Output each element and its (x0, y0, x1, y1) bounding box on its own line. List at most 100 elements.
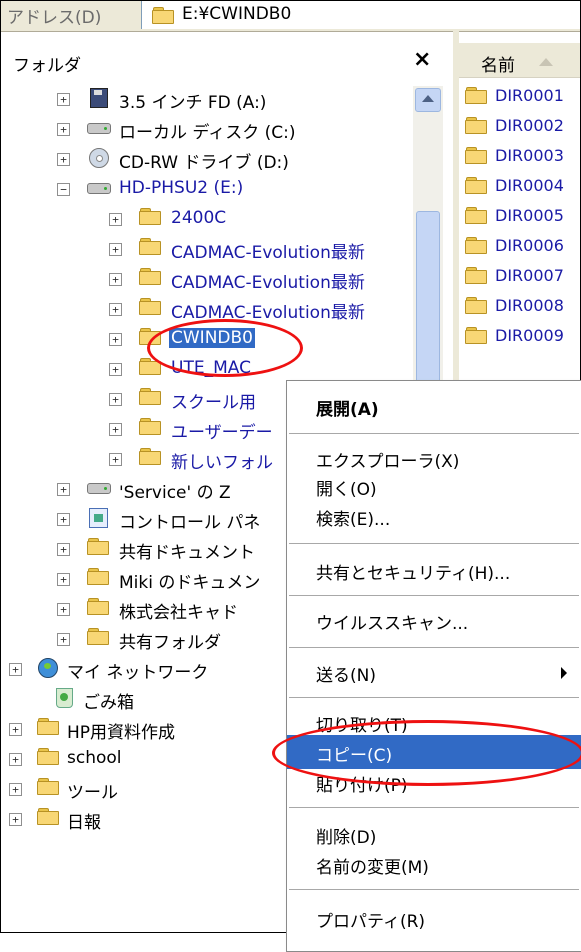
expand-icon[interactable]: + (57, 483, 70, 496)
expand-icon[interactable]: + (109, 363, 122, 376)
expand-icon[interactable]: + (109, 453, 122, 466)
folder-icon (465, 207, 487, 224)
list-item-label: DIR0009 (495, 326, 564, 345)
expand-icon[interactable]: + (109, 303, 122, 316)
tree-item-cadmac-1[interactable]: + CADMAC-Evolution最新 (1, 233, 413, 267)
expand-icon[interactable]: + (9, 813, 22, 826)
list-item-label: DIR0007 (495, 266, 564, 285)
menu-item-virus-scan[interactable]: ウイルススキャン... (287, 603, 581, 637)
expand-icon[interactable]: + (109, 393, 122, 406)
close-icon[interactable]: × (413, 47, 431, 72)
expand-icon[interactable]: + (9, 663, 22, 676)
folder-icon (139, 238, 163, 258)
menu-item-label: ウイルススキャン... (316, 614, 469, 634)
menu-item-label: 展開(A) (316, 400, 379, 420)
list-item-label: DIR0003 (495, 146, 564, 165)
tree-item-cwindb0[interactable]: + CWINDB0 (1, 323, 413, 357)
tree-item-label: CADMAC-Evolution最新 (171, 243, 365, 263)
menu-separator (289, 543, 579, 544)
list-item[interactable]: DIR0006 (459, 231, 580, 261)
menu-item-expand[interactable]: 展開(A) (287, 389, 581, 423)
folder-icon (139, 388, 163, 408)
collapse-icon[interactable]: − (57, 183, 70, 196)
menu-item-send-to[interactable]: 送る(N) (287, 655, 581, 689)
network-drive-icon (87, 478, 111, 498)
address-field[interactable]: E:¥CWINDB0 (141, 1, 580, 29)
expand-icon[interactable]: + (57, 633, 70, 646)
tree-item-label: 共有ドキュメント (119, 543, 255, 563)
expand-icon[interactable]: + (57, 603, 70, 616)
submenu-arrow-icon (561, 667, 567, 679)
list-item[interactable]: DIR0009 (459, 321, 580, 351)
tree-item-label: マイ ネットワーク (67, 663, 209, 683)
tree-item-floppy[interactable]: + 3.5 インチ FD (A:) (1, 83, 413, 117)
list-item[interactable]: DIR0007 (459, 261, 580, 291)
expand-icon[interactable]: + (9, 753, 22, 766)
floppy-drive-icon (87, 88, 111, 108)
list-item[interactable]: DIR0001 (459, 81, 580, 111)
menu-separator (289, 889, 579, 890)
folder-icon (465, 117, 487, 134)
menu-item-paste[interactable]: 貼り付け(P) (287, 765, 581, 799)
tree-item-local-disk[interactable]: + ローカル ディスク (C:) (1, 113, 413, 147)
tree-item-label: コントロール パネ (119, 513, 261, 533)
menu-item-cut[interactable]: 切り取り(T) (287, 705, 581, 739)
menu-item-copy[interactable]: コピー(C) (287, 735, 581, 769)
tree-item-cd-drive[interactable]: + CD-RW ドライブ (D:) (1, 143, 413, 177)
menu-item-label: 名前の変更(M) (316, 858, 429, 878)
tree-item-label: UTE_MAC (171, 358, 251, 378)
expand-icon[interactable]: + (109, 423, 122, 436)
hard-drive-icon (87, 118, 111, 138)
tree-item-cadmac-3[interactable]: + CADMAC-Evolution最新 (1, 293, 413, 327)
folder-icon (139, 268, 163, 288)
expand-icon[interactable]: + (57, 153, 70, 166)
column-header-name[interactable]: 名前 (459, 43, 580, 78)
menu-separator (289, 433, 579, 434)
tree-item-label: 共有フォルダ (119, 633, 221, 653)
menu-item-rename[interactable]: 名前の変更(M) (287, 847, 581, 881)
list-item[interactable]: DIR0003 (459, 141, 580, 171)
tree-item-cadmac-2[interactable]: + CADMAC-Evolution最新 (1, 263, 413, 297)
folder-icon (37, 718, 61, 738)
scroll-up-icon[interactable] (415, 88, 441, 112)
menu-item-delete[interactable]: 削除(D) (287, 817, 581, 851)
folder-icon (465, 177, 487, 194)
expand-icon[interactable]: + (57, 93, 70, 106)
menu-item-label: 切り取り(T) (316, 716, 408, 736)
sort-ascending-icon (539, 58, 553, 66)
expand-icon[interactable]: + (109, 243, 122, 256)
network-icon (37, 658, 61, 678)
expand-icon[interactable]: + (9, 723, 22, 736)
tree-item-label: ごみ箱 (83, 693, 134, 713)
menu-item-label: コピー(C) (316, 746, 393, 766)
expand-icon[interactable]: + (57, 573, 70, 586)
folder-icon (465, 267, 487, 284)
list-item[interactable]: DIR0008 (459, 291, 580, 321)
expand-icon[interactable]: + (109, 273, 122, 286)
menu-item-open[interactable]: 開く(O) (287, 469, 581, 503)
list-item[interactable]: DIR0005 (459, 201, 580, 231)
list-item-label: DIR0008 (495, 296, 564, 315)
expand-icon[interactable]: + (9, 783, 22, 796)
folder-icon (37, 748, 61, 768)
expand-icon[interactable]: + (109, 213, 122, 226)
folder-icon (37, 808, 61, 828)
address-path[interactable]: E:¥CWINDB0 (182, 4, 291, 24)
tree-item-label: ツール (67, 783, 118, 803)
menu-item-search[interactable]: 検索(E)... (287, 499, 581, 533)
tree-item-label: ユーザーデー (171, 423, 273, 443)
expand-icon[interactable]: + (57, 123, 70, 136)
tree-item-2400c[interactable]: + 2400C (1, 203, 413, 237)
menu-item-properties[interactable]: プロパティ(R) (287, 901, 581, 935)
address-label: アドレス(D) (7, 8, 102, 28)
menu-item-label: 共有とセキュリティ(H)... (316, 564, 511, 584)
list-item[interactable]: DIR0004 (459, 171, 580, 201)
expand-icon[interactable]: + (109, 333, 122, 346)
menu-item-sharing-security[interactable]: 共有とセキュリティ(H)... (287, 553, 581, 587)
shared-folder-icon (87, 628, 111, 648)
expand-icon[interactable]: + (57, 513, 70, 526)
file-list: DIR0001 DIR0002 DIR0003 DIR0004 DIR0005 … (459, 81, 580, 391)
expand-icon[interactable]: + (57, 543, 70, 556)
list-item[interactable]: DIR0002 (459, 111, 580, 141)
tree-item-hd-phsu2[interactable]: − HD-PHSU2 (E:) (1, 173, 413, 207)
